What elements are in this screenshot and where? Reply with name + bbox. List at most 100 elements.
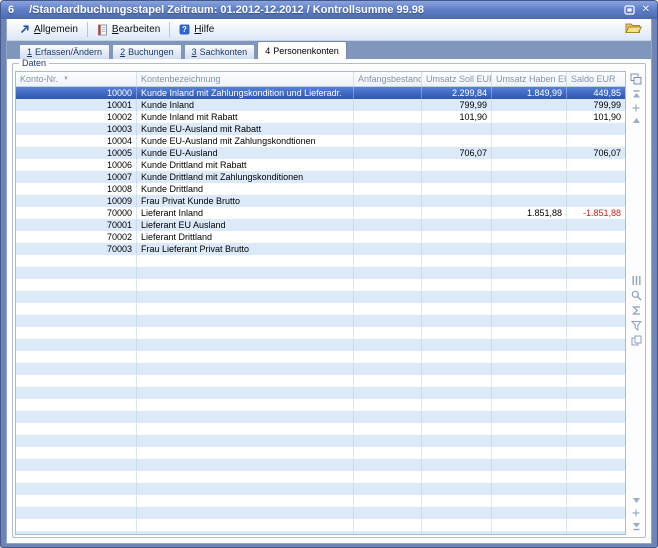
cell-bez [137,303,354,315]
toolbar-separator [169,22,170,37]
filter-button[interactable] [631,320,642,331]
cell-saldo [567,135,625,147]
copy-grid-icon [630,73,642,85]
table-row[interactable]: 10009Frau Privat Kunde Brutto [16,195,625,207]
cell-saldo [567,471,625,483]
export-button[interactable] [631,335,642,346]
search-button[interactable] [631,290,642,301]
cell-saldo [567,291,625,303]
cell-bez: Lieferant EU Ausland [137,219,354,231]
cell-haben [492,399,567,411]
cell-anfang [354,339,422,351]
cell-haben [492,315,567,327]
cell-haben: 1.851,88 [492,207,567,219]
column-options-button[interactable] [631,275,642,286]
open-folder-button[interactable] [622,20,645,40]
cell-anfang [354,495,422,507]
column-header-anfangsbestand[interactable]: Anfangsbestand EUR [354,72,422,86]
cell-haben [492,231,567,243]
scroll-to-bottom-button[interactable] [632,522,641,531]
cell-saldo [567,519,625,531]
cell-anfang [354,255,422,267]
table-row[interactable]: 10007Kunde Drittland mit Zahlungskonditi… [16,171,625,183]
cell-konto [16,351,137,363]
allgemein-label: Allgemein [34,24,78,35]
scroll-up-button[interactable] [632,117,641,124]
table-row[interactable]: 10003Kunde EU-Ausland mit Rabatt [16,123,625,135]
cell-anfang [354,219,422,231]
cell-soll: 799,99 [422,99,492,111]
table-row[interactable]: 10001Kunde Inland799,99799,99 [16,99,625,111]
close-button[interactable]: ✕ [642,5,650,15]
empty-row [16,471,625,483]
hilfe-label: Hilfe [194,24,214,35]
cell-soll [422,519,492,531]
cell-soll [422,171,492,183]
table-row[interactable]: 10008Kunde Drittland [16,183,625,195]
cell-konto [16,483,137,495]
tab-erfassen-aendern[interactable]: 1Erfassen/Ändern [19,44,110,59]
table-row[interactable]: 70002Lieferant Drittland [16,231,625,243]
cell-anfang [354,327,422,339]
empty-row [16,351,625,363]
cell-konto [16,399,137,411]
cell-saldo [567,495,625,507]
cell-anfang [354,243,422,255]
cell-haben [492,123,567,135]
cell-konto [16,495,137,507]
current-row-button[interactable] [632,104,640,112]
column-header-umsatz-haben[interactable]: Umsatz Haben EUR [492,72,567,86]
table-row[interactable]: 10002Kunde Inland mit Rabatt101,90101,90 [16,111,625,123]
cell-haben [492,495,567,507]
cell-bez: Kunde EU-Ausland mit Rabatt [137,123,354,135]
cell-soll [422,183,492,195]
current-row-button[interactable] [632,509,640,517]
table-row[interactable]: 10006Kunde Drittland mit Rabatt [16,159,625,171]
tab-sachkonten[interactable]: 3Sachkonten [184,44,256,59]
cell-haben [492,171,567,183]
title-bar[interactable]: 6 /Standardbuchungsstapel Zeitraum: 01.2… [1,1,657,19]
cell-anfang [354,423,422,435]
table-row[interactable]: 70003Frau Lieferant Privat Brutto [16,243,625,255]
cell-bez [137,387,354,399]
table-row[interactable]: 10000Kunde Inland mit Zahlungskondition … [16,87,625,99]
column-header-saldo[interactable]: Saldo EUR [567,72,625,86]
cell-bez: Kunde Drittland mit Zahlungskonditionen [137,171,354,183]
restore-button[interactable] [624,5,635,15]
cell-konto: 10008 [16,183,137,195]
svg-text:?: ? [182,25,187,34]
table-row[interactable]: 10005Kunde EU-Ausland706,07706,07 [16,147,625,159]
cell-anfang [354,411,422,423]
cell-anfang [354,279,422,291]
cell-haben [492,423,567,435]
app-window: 6 /Standardbuchungsstapel Zeitraum: 01.2… [0,0,658,548]
cell-haben [492,183,567,195]
tab-personenkonten[interactable]: 4Personenkonten [257,41,347,59]
scroll-to-top-button[interactable] [632,90,641,99]
tab-buchungen[interactable]: 2Buchungen [112,44,182,59]
scroll-down-button[interactable] [632,497,641,504]
column-header-umsatz-soll[interactable]: Umsatz Soll EUR [422,72,492,86]
summary-button[interactable] [631,305,642,316]
cell-soll [422,459,492,471]
cell-saldo [567,243,625,255]
column-header-kontenbezeichnung[interactable]: Kontenbezeichnung [137,72,354,86]
table-row[interactable]: 70001Lieferant EU Ausland [16,219,625,231]
cell-bez: Lieferant Drittland [137,231,354,243]
cell-soll [422,291,492,303]
copy-grid-button[interactable] [630,71,642,86]
hilfe-button[interactable]: ? Hilfe [173,22,220,37]
close-icon: ✕ [642,4,650,15]
grid-side-strip [626,71,643,535]
column-header-konto-nr[interactable]: Konto-Nr. ▼ [16,72,137,86]
cell-saldo [567,483,625,495]
cell-haben [492,135,567,147]
cell-haben [492,327,567,339]
allgemein-button[interactable]: Allgemein [13,22,84,37]
cell-soll [422,435,492,447]
bearbeiten-button[interactable]: Bearbeiten [91,22,166,38]
table-row[interactable]: 70000Lieferant Inland1.851,88-1.851,88 [16,207,625,219]
cell-konto [16,279,137,291]
table-row[interactable]: 10004Kunde EU-Ausland mit Zahlungskondti… [16,135,625,147]
grid-header-row: Konto-Nr. ▼ Kontenbezeichnung Anfangsbes… [16,72,625,87]
